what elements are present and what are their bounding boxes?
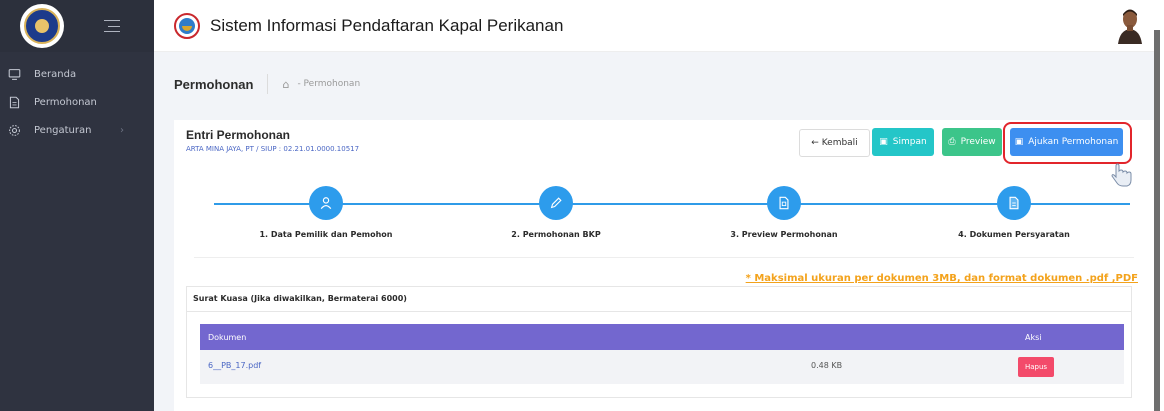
logo-core (35, 19, 49, 33)
form-title: Entri Permohonan (186, 128, 291, 142)
save-icon: ▣ (879, 137, 888, 147)
hapus-button-label: Hapus (1024, 363, 1048, 371)
file-text-icon (1009, 196, 1019, 210)
document-file-size: 0.48 KB (811, 361, 843, 370)
chevron-right-icon: › (120, 124, 124, 136)
step-1-circle (309, 186, 343, 220)
kkp-logo[interactable] (20, 4, 64, 48)
page-title: Permohonan (174, 76, 254, 92)
app-logo (174, 12, 200, 39)
main-content: Permohonan ⌂ - Permohonan Entri Permohon… (154, 52, 1154, 411)
breadcrumb-current: - Permohonan (297, 79, 361, 89)
home-icon[interactable]: ⌂ (282, 78, 289, 91)
sidebar-item-label: Permohonan (34, 96, 97, 108)
step-1-label: 1. Data Pemilik dan Pemohon (259, 230, 393, 239)
simpan-button-label: Simpan (892, 137, 927, 147)
pencil-icon (550, 197, 562, 209)
app-title: Sistem Informasi Pendaftaran Kapal Perik… (210, 15, 564, 35)
sidebar-nav: Beranda Permohonan Pengaturan › (0, 52, 154, 144)
table-header: Dokumen Aksi (200, 324, 1124, 350)
column-header-dokumen: Dokumen (208, 332, 247, 342)
step-3-label: 3. Preview Permohonan (730, 230, 838, 239)
step-4[interactable]: 4. Dokumen Persyaratan (934, 186, 1094, 239)
kembali-button-label: ← Kembali (811, 138, 858, 148)
document-icon (9, 96, 20, 108)
table-row: 6__PB_17.pdf 0.48 KB Hapus (200, 350, 1124, 384)
step-2-circle (539, 186, 573, 220)
form-card: Entri Permohonan ARTA MINA JAYA, PT / SI… (174, 120, 1154, 411)
printer-icon: ⎙ (948, 137, 956, 147)
sidebar-item-permohonan[interactable]: Permohonan (0, 88, 154, 116)
avatar[interactable] (1116, 8, 1144, 44)
sidebar-item-pengaturan[interactable]: Pengaturan › (0, 116, 154, 144)
gear-icon (9, 124, 20, 136)
column-header-aksi: Aksi (1025, 332, 1042, 342)
file-icon (779, 196, 789, 210)
step-4-label: 4. Dokumen Persyaratan (958, 230, 1070, 239)
document-section: Surat Kuasa (Jika diwakilkan, Bermaterai… (186, 286, 1132, 398)
sidebar-item-label: Beranda (34, 68, 77, 80)
section-divider (194, 257, 1134, 258)
preview-button[interactable]: ⎙ Preview (942, 128, 1002, 156)
hand-cursor-icon (1111, 163, 1132, 187)
window-edge (1154, 0, 1164, 411)
logo-emblem (24, 8, 60, 44)
kembali-button[interactable]: ← Kembali (799, 129, 870, 157)
monitor-icon (8, 68, 21, 80)
breadcrumb-separator (267, 74, 269, 94)
sidebar-header (0, 0, 154, 52)
highlight-annotation (1003, 122, 1132, 164)
breadcrumb: Permohonan ⌂ - Permohonan (154, 52, 1154, 116)
section-header-divider (187, 311, 1131, 312)
form-subtitle: ARTA MINA JAYA, PT / SIUP : 02.21.01.000… (186, 145, 360, 153)
user-icon (320, 197, 332, 210)
step-4-circle (997, 186, 1031, 220)
sidebar: Beranda Permohonan Pengaturan › (0, 0, 154, 411)
step-1[interactable]: 1. Data Pemilik dan Pemohon (246, 186, 406, 239)
hamburger-menu-icon[interactable] (104, 20, 120, 32)
simpan-button[interactable]: ▣ Simpan (872, 128, 934, 156)
document-file-link[interactable]: 6__PB_17.pdf (208, 361, 261, 370)
app-logo-inner (179, 17, 195, 34)
step-2[interactable]: 2. Permohonan BKP (476, 186, 636, 239)
preview-button-label: Preview (960, 137, 996, 147)
step-2-label: 2. Permohonan BKP (511, 230, 601, 239)
section-title: Surat Kuasa (Jika diwakilkan, Bermaterai… (193, 294, 407, 303)
sidebar-item-label: Pengaturan (34, 124, 92, 136)
hapus-button[interactable]: Hapus (1018, 357, 1054, 377)
sidebar-item-beranda[interactable]: Beranda (0, 60, 154, 88)
upload-note: * Maksimal ukuran per dokumen 3MB, dan f… (745, 273, 1138, 284)
window-shadow (1154, 30, 1160, 411)
topbar: Sistem Informasi Pendaftaran Kapal Perik… (154, 0, 1164, 52)
step-3[interactable]: 3. Preview Permohonan (704, 186, 864, 239)
step-3-circle (767, 186, 801, 220)
